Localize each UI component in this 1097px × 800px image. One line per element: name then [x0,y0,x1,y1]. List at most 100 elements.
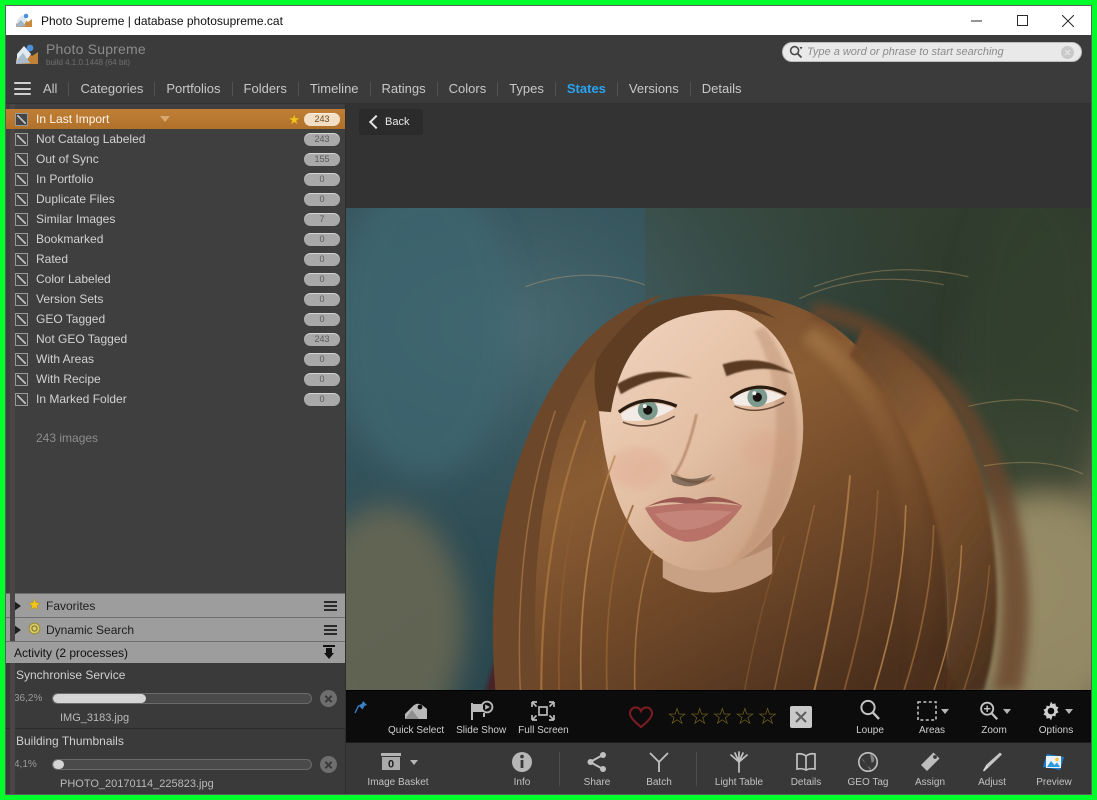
activity-process: Building Thumbnails 4,1% PHOTO_20170114_… [6,729,345,794]
info-button[interactable]: Info [491,749,553,788]
preview-button[interactable]: Preview [1023,749,1085,788]
batch-button[interactable]: Batch [628,749,690,788]
state-row-duplicate-files[interactable]: Duplicate Files 0 [6,189,345,209]
star-5-icon[interactable]: ☆ [757,705,778,728]
state-row-in-portfolio[interactable]: In Portfolio 0 [6,169,345,189]
progress-bar [52,759,312,770]
pin-icon[interactable] [354,700,368,714]
nav-tab-ratings[interactable]: Ratings [371,74,437,103]
checkbox-icon[interactable] [15,352,28,366]
state-row-version-sets[interactable]: Version Sets 0 [6,289,345,309]
checkbox-icon[interactable] [15,272,28,286]
state-row-geo-tagged[interactable]: GEO Tagged 0 [6,309,345,329]
state-row-similar-images[interactable]: Similar Images 7 [6,209,345,229]
clear-rating-icon[interactable] [789,705,812,728]
chevron-down-icon[interactable] [410,759,418,765]
checkbox-icon[interactable] [15,332,28,346]
collapse-down-icon[interactable] [321,645,337,660]
nav-tab-all[interactable]: All [39,74,68,103]
image-basket-button[interactable]: 0 Image Basket [356,749,440,788]
expand-triangle-icon[interactable] [14,600,21,611]
checkbox-icon[interactable] [15,132,28,146]
checkbox-icon[interactable] [15,252,28,266]
checkbox-icon[interactable] [15,172,28,186]
section-dynamic-search[interactable]: Dynamic Search [6,617,345,641]
favorite-heart-button[interactable] [619,702,663,732]
star-4-icon[interactable]: ☆ [735,705,756,728]
state-row-with-recipe[interactable]: With Recipe 0 [6,369,345,389]
details-book-icon [794,749,818,774]
clear-icon[interactable] [1061,45,1074,59]
checkbox-icon[interactable] [15,392,28,406]
checkbox-icon[interactable] [15,212,28,226]
chevron-down-icon[interactable] [1064,708,1073,714]
title-bar: Photo Supreme | database photosupreme.ca… [6,6,1091,35]
light-table-button[interactable]: Light Table [703,749,775,788]
checkbox-icon[interactable] [15,232,28,246]
areas-button[interactable]: Areas [901,697,963,736]
checkbox-icon[interactable] [15,112,28,126]
full-screen-button[interactable]: Full Screen [512,697,575,736]
checkbox-icon[interactable] [15,152,28,166]
star-3-icon[interactable]: ☆ [712,705,733,728]
chevron-down-icon[interactable] [940,708,949,714]
zoom-button[interactable]: Zoom [963,697,1025,736]
minimize-icon[interactable] [953,6,999,35]
checkbox-icon[interactable] [15,192,28,206]
nav-tab-states[interactable]: States [556,74,617,103]
chevron-down-icon[interactable] [1002,708,1011,714]
state-row-color-labeled[interactable]: Color Labeled 0 [6,269,345,289]
state-row-in-last-import[interactable]: In Last Import ★ 243 [6,109,345,129]
section-favorites[interactable]: Favorites [6,593,345,617]
back-button[interactable]: Back [359,109,424,135]
activity-header[interactable]: Activity (2 processes) [6,641,345,663]
adjust-button[interactable]: Adjust [961,749,1023,788]
rating-stars[interactable]: ☆ ☆ ☆ ☆ ☆ [667,705,778,728]
share-button[interactable]: Share [566,749,628,788]
nav-tab-portfolios[interactable]: Portfolios [155,74,231,103]
state-row-not-catalog-labeled[interactable]: Not Catalog Labeled 243 [6,129,345,149]
portrait-photo[interactable] [346,208,1091,690]
hamburger-menu-icon[interactable] [14,82,31,95]
nav-tab-categories[interactable]: Categories [69,74,154,103]
state-row-rated[interactable]: Rated 0 [6,249,345,269]
quick-select-button[interactable]: Quick Select [382,697,450,736]
geo-tag-button[interactable]: GEO Tag [837,749,899,788]
cancel-icon[interactable] [320,756,337,773]
chevron-down-icon[interactable] [160,116,171,122]
checkbox-icon[interactable] [15,372,28,386]
image-viewer[interactable] [346,140,1091,690]
nav-tab-versions[interactable]: Versions [618,74,690,103]
slide-show-button[interactable]: Slide Show [450,697,512,736]
checkbox-icon[interactable] [15,312,28,326]
details-button[interactable]: Details [775,749,837,788]
checkbox-icon[interactable] [15,292,28,306]
assign-button[interactable]: Assign [899,749,961,788]
nav-tab-colors[interactable]: Colors [438,74,498,103]
state-row-in-marked-folder[interactable]: In Marked Folder 0 [6,389,345,409]
options-button[interactable]: Options [1025,697,1087,736]
nav-tab-timeline[interactable]: Timeline [299,74,370,103]
cancel-icon[interactable] [320,690,337,707]
tool-label: Full Screen [518,725,569,736]
quick-select-icon [403,697,429,722]
nav-tab-folders[interactable]: Folders [233,74,298,103]
state-row-out-of-sync[interactable]: Out of Sync 155 [6,149,345,169]
expand-triangle-icon[interactable] [14,624,21,635]
close-icon[interactable] [1045,6,1091,35]
nav-tab-details[interactable]: Details [691,74,753,103]
nav-tab-types[interactable]: Types [498,74,555,103]
star-icon[interactable]: ★ [288,113,300,126]
loupe-button[interactable]: Loupe [839,697,901,736]
search-input[interactable] [807,46,1061,58]
state-row-with-areas[interactable]: With Areas 0 [6,349,345,369]
search-box[interactable] [782,42,1082,62]
maximize-icon[interactable] [999,6,1045,35]
section-menu-icon[interactable] [324,600,337,611]
section-menu-icon[interactable] [324,624,337,635]
state-row-not-geo-tagged[interactable]: Not GEO Tagged 243 [6,329,345,349]
state-row-bookmarked[interactable]: Bookmarked 0 [6,229,345,249]
star-1-icon[interactable]: ☆ [667,705,688,728]
progress-fill [53,760,64,769]
star-2-icon[interactable]: ☆ [689,705,710,728]
